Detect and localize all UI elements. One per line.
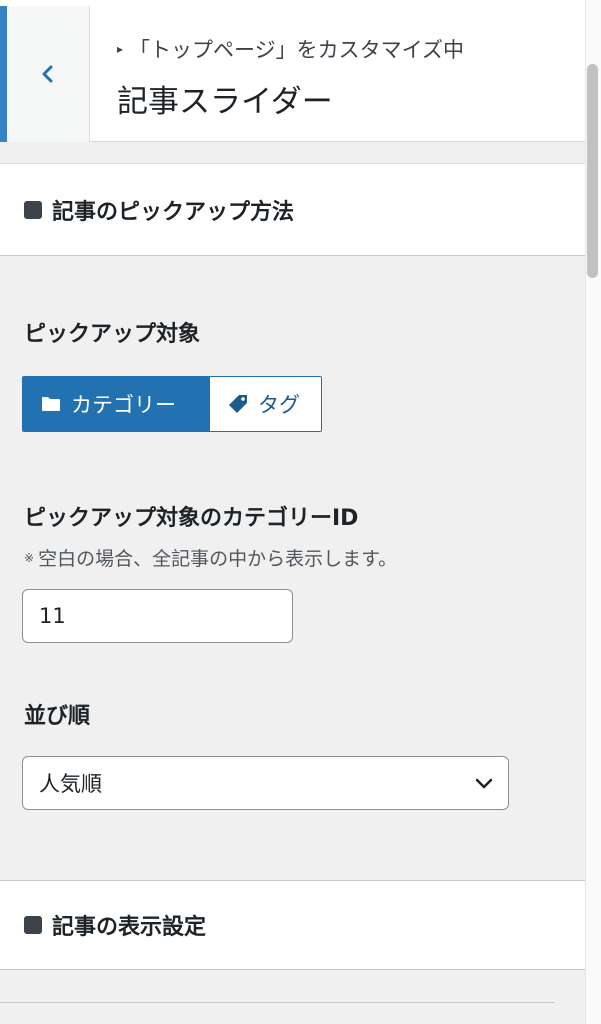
category-id-note: ※ 空白の場合、全記事の中から表示します。 xyxy=(24,544,397,571)
tag-option[interactable]: タグ xyxy=(209,377,321,431)
folder-icon xyxy=(42,397,60,411)
section-title: 記事の表示設定 xyxy=(52,915,207,940)
customizer-header: ▸ 「トップページ」をカスタマイズ中 記事スライダー xyxy=(0,6,585,142)
order-label: 並び順 xyxy=(24,704,91,729)
note-text: 空白の場合、全記事の中から表示します。 xyxy=(38,548,398,570)
bottom-divider xyxy=(0,1002,555,1003)
breadcrumb: ▸ 「トップページ」をカスタマイズ中 xyxy=(117,34,464,64)
chevron-down-icon xyxy=(475,778,493,789)
square-bullet-icon xyxy=(24,916,42,934)
category-option[interactable]: カテゴリー xyxy=(23,377,209,431)
header-divider xyxy=(0,142,585,164)
square-bullet-icon xyxy=(24,200,42,219)
section-heading-pickup-method: 記事のピックアップ方法 xyxy=(0,164,585,256)
section-title: 記事のピックアップ方法 xyxy=(52,199,295,225)
order-select-value: 人気順 xyxy=(39,772,102,796)
breadcrumb-text: 「トップページ」をカスタマイズ中 xyxy=(129,38,464,62)
scrollbar-thumb[interactable] xyxy=(587,64,598,278)
category-id-label: ピックアップ対象のカテゴリーID xyxy=(24,506,359,531)
category-id-input[interactable] xyxy=(22,589,293,643)
category-option-label: カテゴリー xyxy=(71,393,176,417)
tag-icon xyxy=(229,395,247,413)
caret-right-icon: ▸ xyxy=(117,42,124,56)
order-select[interactable]: 人気順 xyxy=(22,756,509,810)
back-button[interactable] xyxy=(0,6,90,142)
pickup-target-label: ピックアップ対象 xyxy=(24,322,201,347)
tag-option-label: タグ xyxy=(258,393,300,417)
panel-title: 記事スライダー xyxy=(117,84,333,120)
note-mark: ※ xyxy=(24,550,35,565)
pickup-target-toggle: カテゴリー タグ xyxy=(22,376,322,432)
chevron-left-icon xyxy=(42,65,53,83)
section-heading-display-settings: 記事の表示設定 xyxy=(0,880,585,970)
